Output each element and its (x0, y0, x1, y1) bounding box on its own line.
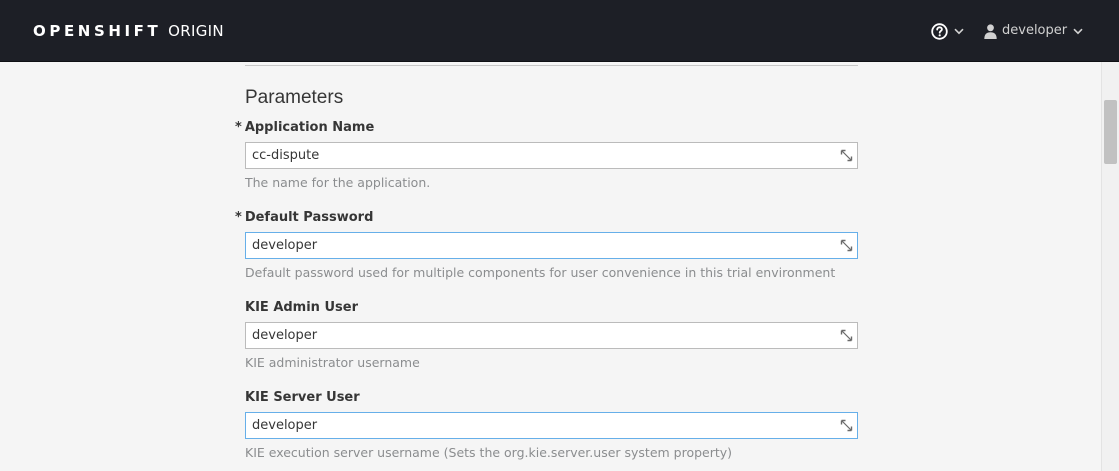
kie-admin-user-help: KIE administrator username (245, 355, 420, 370)
username-label: developer (1002, 23, 1068, 38)
masthead: OPENSHIFT ORIGIN developer (0, 0, 1119, 62)
scrollbar-thumb[interactable] (1104, 100, 1117, 164)
label-text: Application Name (244, 120, 375, 135)
section-title: Parameters (245, 87, 344, 108)
default-password-field-wrapper (245, 232, 858, 259)
application-name-input[interactable] (246, 143, 831, 168)
kie-admin-user-field-wrapper (245, 322, 858, 349)
expand-icon[interactable] (840, 239, 853, 252)
user-icon (984, 23, 997, 39)
field-label-kie-server-user: KIE Server User (245, 390, 360, 406)
kie-admin-user-input[interactable] (246, 323, 831, 348)
brand-name-strong: OPENSHIFT (33, 22, 162, 40)
default-password-help: Default password used for multiple compo… (245, 265, 836, 280)
user-menu-toggle[interactable]: developer (984, 22, 1083, 40)
help-menu-toggle[interactable] (931, 22, 964, 40)
chevron-down-icon (1073, 28, 1083, 34)
label-text: Default Password (244, 210, 374, 225)
kie-server-user-help: KIE execution server username (Sets the … (245, 445, 733, 460)
expand-icon[interactable] (840, 149, 853, 162)
expand-icon[interactable] (840, 419, 853, 432)
label-text: KIE Server User (245, 390, 360, 405)
brand-logo[interactable]: OPENSHIFT ORIGIN (33, 21, 224, 41)
default-password-input[interactable] (246, 233, 831, 258)
required-marker: * (235, 210, 242, 225)
chevron-down-icon (954, 28, 964, 34)
kie-server-user-field-wrapper (245, 412, 858, 439)
field-label-application-name: * Application Name (235, 120, 374, 136)
brand-name-light: ORIGIN (168, 22, 224, 40)
main-content: Parameters *Application Name The name fo… (0, 62, 1101, 471)
kie-server-user-input[interactable] (246, 413, 831, 438)
application-name-help: The name for the application. (245, 175, 431, 190)
label-text: KIE Admin User (245, 300, 358, 315)
application-name-field-wrapper (245, 142, 858, 169)
vertical-scrollbar[interactable] (1101, 62, 1119, 471)
question-circle-icon (931, 22, 948, 40)
required-marker: * (235, 120, 242, 135)
section-divider (245, 65, 858, 66)
expand-icon[interactable] (840, 329, 853, 342)
field-label-kie-admin-user: KIE Admin User (245, 300, 358, 316)
field-label-default-password: * Default Password (235, 210, 373, 226)
